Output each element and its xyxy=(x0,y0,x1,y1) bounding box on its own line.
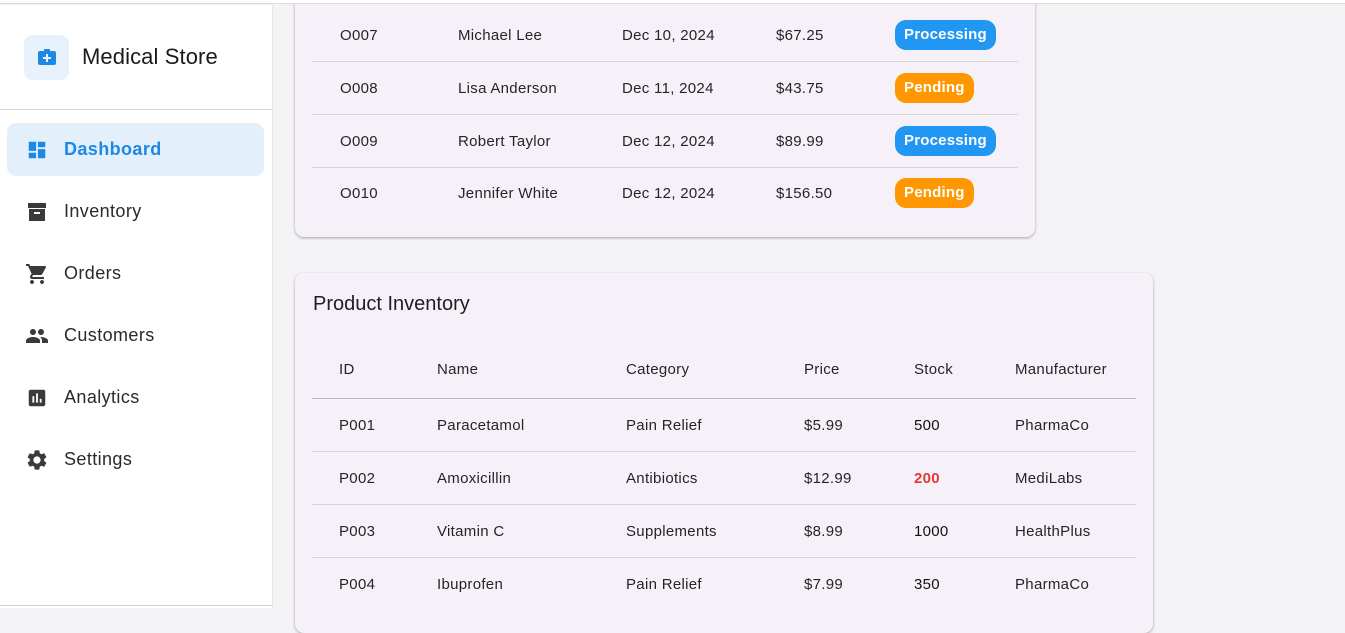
order-customer: Lisa Anderson xyxy=(458,79,557,97)
order-amount: $43.75 xyxy=(776,79,824,97)
product-category: Pain Relief xyxy=(626,416,702,434)
sidebar-nav: Dashboard Inventory Orders Customers Ana… xyxy=(0,110,272,486)
sidebar-item-analytics[interactable]: Analytics xyxy=(7,371,264,424)
status-badge: Processing xyxy=(895,20,996,50)
product-name: Paracetamol xyxy=(437,416,525,434)
product-price: $12.99 xyxy=(804,469,852,487)
sidebar-item-orders[interactable]: Orders xyxy=(7,247,264,300)
sidebar-item-label: Settings xyxy=(64,449,133,469)
analytics-icon xyxy=(25,386,49,410)
order-amount: $67.25 xyxy=(776,26,824,44)
column-header-name[interactable]: Name xyxy=(437,361,478,378)
column-header-manufacturer[interactable]: Manufacturer xyxy=(1015,361,1107,378)
people-icon xyxy=(25,324,49,348)
column-header-price[interactable]: Price xyxy=(804,361,840,378)
app-title: Medical Store xyxy=(82,44,218,69)
product-stock: 350 xyxy=(914,575,940,593)
table-row[interactable]: O007 Michael Lee Dec 10, 2024 $67.25 Pro… xyxy=(312,9,1018,62)
product-stock: 500 xyxy=(914,416,940,434)
sidebar-divider xyxy=(0,605,272,606)
table-row[interactable]: P001 Paracetamol Pain Relief $5.99 500 P… xyxy=(312,399,1136,452)
order-date: Dec 12, 2024 xyxy=(622,184,715,202)
status-badge: Processing xyxy=(895,126,996,156)
product-manufacturer: PharmaCo xyxy=(1015,575,1090,593)
order-date: Dec 10, 2024 xyxy=(622,26,715,44)
status-badge: Pending xyxy=(895,178,974,208)
column-header-id[interactable]: ID xyxy=(339,361,355,378)
sidebar-item-label: Dashboard xyxy=(64,139,162,159)
table-row[interactable]: O008 Lisa Anderson Dec 11, 2024 $43.75 P… xyxy=(312,62,1018,115)
order-customer: Michael Lee xyxy=(458,26,543,44)
sidebar: Medical Store Dashboard Inventory Orders… xyxy=(0,5,273,608)
sidebar-item-label: Orders xyxy=(64,263,122,283)
order-customer: Robert Taylor xyxy=(458,132,551,150)
product-id: P003 xyxy=(339,522,376,540)
table-row[interactable]: P003 Vitamin C Supplements $8.99 1000 He… xyxy=(312,505,1136,558)
product-manufacturer: MediLabs xyxy=(1015,469,1083,487)
product-price: $8.99 xyxy=(804,522,844,540)
order-customer: Jennifer White xyxy=(458,184,559,202)
product-id: P002 xyxy=(339,469,376,487)
product-id: P004 xyxy=(339,575,376,593)
top-border xyxy=(0,0,1345,4)
order-id: O009 xyxy=(340,132,378,150)
product-name: Vitamin C xyxy=(437,522,505,540)
product-category: Antibiotics xyxy=(626,469,698,487)
sidebar-item-dashboard[interactable]: Dashboard xyxy=(7,123,264,176)
brand: Medical Store xyxy=(0,5,272,110)
sidebar-item-label: Customers xyxy=(64,325,155,345)
product-price: $7.99 xyxy=(804,575,844,593)
dashboard-icon xyxy=(25,138,49,162)
product-price: $5.99 xyxy=(804,416,844,434)
orders-table-card: O007 Michael Lee Dec 10, 2024 $67.25 Pro… xyxy=(295,0,1035,237)
product-manufacturer: HealthPlus xyxy=(1015,522,1091,540)
order-id: O008 xyxy=(340,79,378,97)
gear-icon xyxy=(25,448,49,472)
order-date: Dec 11, 2024 xyxy=(622,79,714,97)
medical-bag-icon xyxy=(24,34,69,80)
product-inventory-card: Product Inventory ID Name Category Price… xyxy=(295,273,1153,633)
cart-icon xyxy=(25,262,49,286)
product-id: P001 xyxy=(339,416,376,434)
sidebar-item-settings[interactable]: Settings xyxy=(7,433,264,486)
product-name: Ibuprofen xyxy=(437,575,504,593)
order-id: O007 xyxy=(340,26,378,44)
product-manufacturer: PharmaCo xyxy=(1015,416,1090,434)
product-category: Pain Relief xyxy=(626,575,702,593)
product-category: Supplements xyxy=(626,522,717,540)
order-id: O010 xyxy=(340,184,378,202)
table-row[interactable]: P002 Amoxicillin Antibiotics $12.99 200 … xyxy=(312,452,1136,505)
sidebar-item-inventory[interactable]: Inventory xyxy=(7,185,264,238)
table-header: ID Name Category Price Stock Manufacture… xyxy=(312,345,1136,399)
column-header-category[interactable]: Category xyxy=(626,361,689,378)
inventory-icon xyxy=(25,200,49,224)
table-row[interactable]: P004 Ibuprofen Pain Relief $7.99 350 Pha… xyxy=(312,558,1136,610)
product-name: Amoxicillin xyxy=(437,469,512,487)
section-title: Product Inventory xyxy=(313,293,470,315)
sidebar-item-label: Inventory xyxy=(64,201,142,221)
sidebar-item-label: Analytics xyxy=(64,387,140,407)
order-date: Dec 12, 2024 xyxy=(622,132,715,150)
table-row[interactable]: O009 Robert Taylor Dec 12, 2024 $89.99 P… xyxy=(312,115,1018,168)
order-amount: $89.99 xyxy=(776,132,824,150)
sidebar-item-customers[interactable]: Customers xyxy=(7,309,264,362)
product-stock-low: 200 xyxy=(914,469,940,487)
column-header-stock[interactable]: Stock xyxy=(914,361,953,378)
order-amount: $156.50 xyxy=(776,184,833,202)
product-stock: 1000 xyxy=(914,522,949,540)
table-row[interactable]: O010 Jennifer White Dec 12, 2024 $156.50… xyxy=(312,167,1018,219)
status-badge: Pending xyxy=(895,73,974,103)
